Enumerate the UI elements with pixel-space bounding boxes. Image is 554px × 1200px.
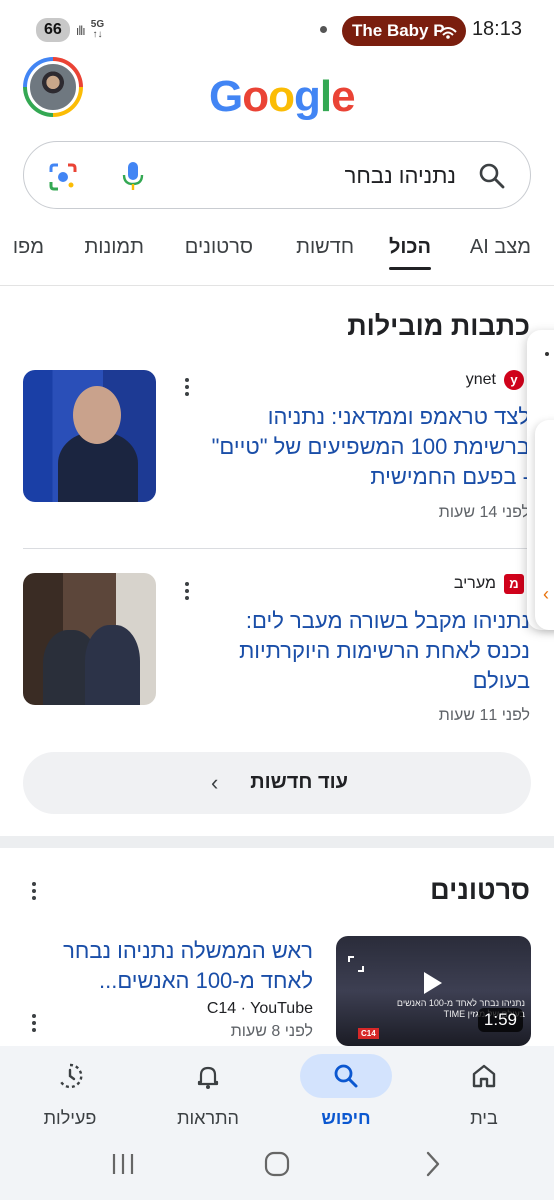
- home-icon: [472, 1064, 496, 1088]
- video-thumbnail[interactable]: נתניהו נבחר לאחד מ-100 האנשים בעולם של מ…: [336, 936, 531, 1046]
- side-panel-card[interactable]: ‹: [535, 420, 554, 630]
- tab-news[interactable]: חדשות: [296, 236, 354, 259]
- tab-ai-mode[interactable]: מצב AI: [470, 236, 531, 259]
- search-icon[interactable]: [478, 162, 506, 190]
- search-bar[interactable]: נתניהו נבחר: [23, 141, 531, 209]
- media-pill-label: The Baby P: [352, 21, 445, 40]
- section-separator: [0, 836, 554, 848]
- notification-dot: [320, 26, 327, 33]
- nav-icon-container: [438, 1054, 530, 1098]
- nav-search[interactable]: חיפוש: [296, 1054, 396, 1129]
- nav-label: פעילות: [43, 1108, 97, 1128]
- search-input[interactable]: נתניהו נבחר: [345, 163, 456, 189]
- network-label: 5G: [90, 19, 105, 30]
- nav-icon-container: [24, 1054, 116, 1098]
- nav-notifications[interactable]: התראות: [158, 1054, 258, 1129]
- tab-maps[interactable]: מפו: [13, 236, 44, 259]
- nav-label: התראות: [177, 1108, 239, 1128]
- active-tab-underline: [389, 267, 431, 270]
- clock: 18:13: [471, 18, 522, 40]
- logo-letter: o: [242, 72, 269, 121]
- logo-letter: l: [319, 72, 332, 121]
- top-stories-title: כתבות מובילות: [347, 311, 530, 341]
- panel-dot: [545, 352, 549, 356]
- maariv-logo-icon: מ: [504, 574, 524, 594]
- face-shape: [73, 386, 121, 444]
- more-options-icon[interactable]: [31, 882, 37, 900]
- nav-activity[interactable]: פעילות: [20, 1054, 120, 1129]
- nav-icon-container: [162, 1054, 254, 1098]
- article-headline[interactable]: לצד טראמפ וממדאני: נתניהו ברשימת 100 המש…: [185, 402, 530, 492]
- article-time: לפני 14 שעות: [438, 504, 530, 521]
- channel-logo: C14: [358, 1028, 379, 1039]
- chevron-left-icon: ‹: [543, 584, 549, 604]
- cast-icon: [439, 27, 457, 39]
- system-navigation: [0, 1136, 554, 1200]
- signal-icon: ıllı: [75, 22, 86, 38]
- more-options-icon[interactable]: [184, 582, 190, 600]
- status-left: 66 ıllı 5G ↑↓: [36, 18, 104, 42]
- expand-icon: [348, 956, 364, 972]
- bottom-navigation: בית חיפוש התראות פעילות: [0, 1046, 554, 1136]
- videos-title: סרטונים: [430, 875, 530, 905]
- video-title[interactable]: ראש הממשלה נתניהו נבחר לאחד מ-100 האנשים…: [13, 936, 313, 996]
- search-tabs: מצב AI הכול חדשות סרטונים תמונות מפו: [0, 226, 554, 274]
- mic-icon[interactable]: [121, 160, 145, 192]
- avatar-photo: [27, 61, 79, 113]
- source-name: ynet: [465, 371, 496, 388]
- logo-letter: e: [331, 72, 356, 121]
- article-divider: [23, 548, 531, 549]
- ynet-logo-icon: y: [504, 370, 524, 390]
- nav-label: בית: [470, 1108, 498, 1128]
- tab-videos[interactable]: סרטונים: [185, 236, 253, 259]
- article-source[interactable]: y ynet: [466, 370, 524, 390]
- bell-icon: [197, 1066, 219, 1089]
- article-thumbnail[interactable]: [23, 573, 156, 705]
- nav-icon-container: [300, 1054, 392, 1098]
- lens-icon[interactable]: [48, 162, 78, 192]
- activity-icon: [58, 1063, 83, 1089]
- battery-indicator: 66: [36, 18, 70, 42]
- tabs-divider: [0, 285, 554, 286]
- tab-all[interactable]: הכול: [389, 236, 431, 259]
- chevron-left-icon: ‹: [211, 770, 219, 795]
- article-thumbnail[interactable]: [23, 370, 156, 502]
- logo-letter: g: [294, 72, 321, 121]
- more-options-icon[interactable]: [184, 378, 190, 396]
- logo-letter: G: [209, 72, 243, 121]
- tab-images[interactable]: תמונות: [84, 236, 144, 259]
- google-logo: Google: [209, 72, 356, 122]
- person-silhouette: [85, 625, 140, 705]
- nav-home[interactable]: בית: [434, 1054, 534, 1129]
- more-options-icon[interactable]: [31, 1014, 37, 1032]
- nav-label: חיפוש: [321, 1108, 371, 1128]
- play-icon: [424, 972, 442, 994]
- more-news-button[interactable]: עוד חדשות ‹: [23, 752, 531, 814]
- more-news-label: עוד חדשות: [250, 771, 348, 793]
- home-button-icon[interactable]: [264, 1150, 290, 1178]
- article-headline[interactable]: נתניהו מקבל בשורה מעבר לים: נכנס לאחת הר…: [185, 606, 530, 696]
- source-name: מעריב: [453, 575, 496, 592]
- status-bar: 66 ıllı 5G ↑↓ The Baby P 18:13: [0, 0, 554, 60]
- video-source: C14 · YouTube: [206, 1000, 313, 1017]
- media-pill[interactable]: The Baby P: [342, 16, 466, 46]
- logo-letter: o: [268, 72, 295, 121]
- avatar[interactable]: [23, 57, 83, 117]
- article-source[interactable]: מ מעריב: [454, 574, 524, 594]
- back-icon[interactable]: [422, 1150, 442, 1178]
- network-badge: 5G ↑↓: [90, 19, 105, 40]
- recent-apps-icon[interactable]: [110, 1150, 136, 1178]
- article-time: לפני 11 שעות: [438, 707, 530, 724]
- video-duration: 1:59: [477, 1008, 523, 1032]
- video-time: לפני 8 שעות: [230, 1023, 313, 1040]
- search-icon: [334, 1064, 358, 1088]
